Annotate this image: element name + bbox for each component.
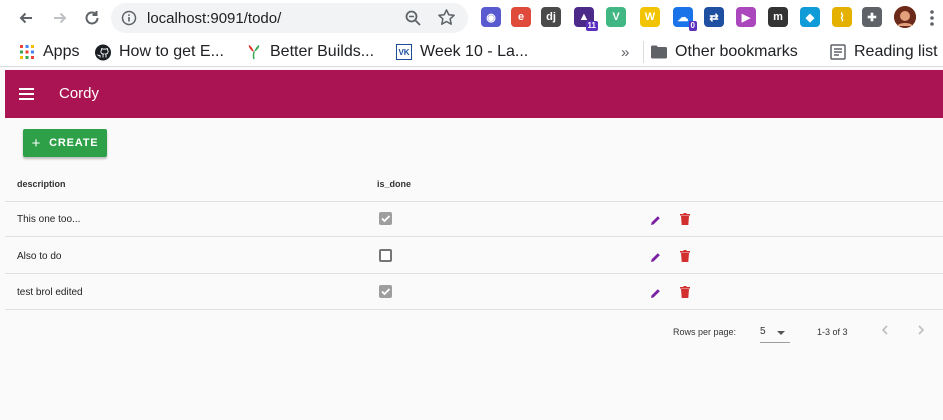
description-cell: test brol edited [17, 287, 83, 298]
column-header-description[interactable]: description [17, 179, 66, 189]
reading-list-icon [830, 44, 846, 60]
django-icon[interactable]: dj [541, 7, 561, 27]
app-bar: Cordy [5, 70, 943, 118]
apps-grid-icon [19, 44, 35, 60]
bookmark-star-icon[interactable] [437, 8, 456, 32]
create-button-label: CREATE [49, 137, 99, 149]
is-done-checkbox[interactable] [379, 285, 392, 298]
other-bookmarks-folder[interactable]: Other bookmarks [651, 42, 798, 62]
hamburger-menu-icon[interactable] [19, 87, 34, 105]
cloud-extension-icon[interactable]: ☁ 0 [673, 7, 697, 31]
bookmark-better-builds[interactable]: Better Builds... [246, 42, 374, 62]
table-row: Also to do [5, 238, 943, 274]
zoom-icon[interactable] [404, 9, 422, 32]
bookmark-how-to-get[interactable]: How to get E... [95, 42, 224, 62]
column-header-is-done[interactable]: is_done [377, 179, 411, 189]
bookmarks-bar: Apps How to get E... Better Builds... VK… [0, 36, 943, 67]
dropdown-caret-icon [777, 331, 785, 335]
puzzle-icon[interactable]: ✚ [862, 7, 882, 27]
grad-cap-icon[interactable]: ▲ 11 [574, 7, 598, 31]
profile-photo-icon [894, 6, 916, 28]
kebab-menu-icon [930, 10, 934, 26]
edit-pencil-icon[interactable] [650, 213, 661, 231]
e-extension-icon[interactable]: e [511, 7, 531, 27]
reload-button[interactable] [80, 6, 104, 30]
bookmark-label: Week 10 - La... [420, 43, 529, 60]
back-arrow-icon [19, 12, 32, 24]
description-cell: This one too... [17, 214, 81, 225]
address-bar[interactable]: localhost:9091/todo/ [111, 3, 468, 33]
edit-pencil-icon[interactable] [650, 250, 661, 268]
rows-per-page-label: Rows per page: [673, 327, 737, 337]
vk-icon: VK [396, 44, 412, 60]
back-button[interactable] [14, 6, 38, 30]
bookmark-label: Other bookmarks [675, 43, 798, 60]
play-extension-icon[interactable]: ▶ [736, 7, 756, 27]
bookmark-label: How to get E... [119, 43, 224, 60]
chevron-right-icon [918, 325, 925, 335]
bookmark-label: Reading list [854, 43, 938, 60]
rows-per-page-value: 5 [760, 326, 766, 337]
rows-per-page-select[interactable]: 5 [760, 323, 790, 343]
forward-arrow-icon [54, 12, 67, 24]
folder-icon [651, 44, 667, 60]
bookmarks-overflow-button[interactable]: » [621, 42, 629, 62]
table-header-row [5, 164, 943, 202]
bookmarks-divider [643, 41, 644, 63]
bookmark-apps[interactable]: Apps [19, 42, 79, 62]
table-row: This one too... [5, 201, 943, 237]
site-info-icon[interactable] [121, 10, 137, 31]
flower-icon [246, 44, 262, 60]
plus-icon: + [31, 134, 42, 152]
description-cell: Also to do [17, 251, 62, 262]
delete-trash-icon[interactable] [680, 285, 690, 303]
main-content: + CREATE description is_done This one to… [5, 118, 943, 420]
is-done-checkbox[interactable] [379, 249, 392, 262]
checkmark-icon [381, 288, 391, 296]
chevron-left-icon [881, 325, 888, 335]
url-text: localhost:9091/todo/ [147, 10, 282, 27]
github-icon [95, 44, 111, 60]
checkmark-icon [381, 215, 391, 223]
bookmark-label: Better Builds... [270, 43, 375, 60]
is-done-checkbox[interactable] [379, 212, 392, 225]
create-button[interactable]: + CREATE [23, 129, 107, 157]
extension-badge: 11 [585, 21, 598, 31]
broom-extension-icon[interactable]: ⌇ [832, 7, 852, 27]
w-extension-icon[interactable]: W [640, 7, 660, 27]
privacy-badger-icon[interactable]: ◉ [481, 7, 501, 27]
previous-page-button[interactable] [878, 323, 892, 342]
reload-icon [85, 11, 99, 25]
profile-avatar[interactable] [894, 6, 916, 28]
next-page-button[interactable] [914, 323, 928, 342]
bookmark-week-10[interactable]: VK Week 10 - La... [396, 42, 528, 62]
diamond-extension-icon[interactable]: ◆ [800, 7, 820, 27]
browser-toolbar: localhost:9091/todo/ ◉ e dj ▲ 11 V W ☁ 0 ⇄ ▶ m ◆ ⌇ ✚ [0, 0, 943, 36]
delete-trash-icon[interactable] [680, 249, 690, 267]
app-title: Cordy [59, 85, 100, 102]
chrome-menu-button[interactable] [920, 6, 943, 30]
extension-badge: 0 [688, 21, 697, 31]
m-extension-icon[interactable]: m [768, 7, 788, 27]
delete-trash-icon[interactable] [680, 212, 690, 230]
bookmark-label: Apps [43, 43, 80, 60]
forward-button[interactable] [48, 6, 72, 30]
pagination-range: 1-3 of 3 [817, 327, 848, 337]
sync-arrows-icon[interactable]: ⇄ [704, 7, 724, 27]
vue-devtools-icon[interactable]: V [606, 7, 626, 27]
reading-list-button[interactable]: Reading list [830, 42, 938, 62]
edit-pencil-icon[interactable] [650, 286, 661, 304]
table-row: test brol edited [5, 274, 943, 310]
